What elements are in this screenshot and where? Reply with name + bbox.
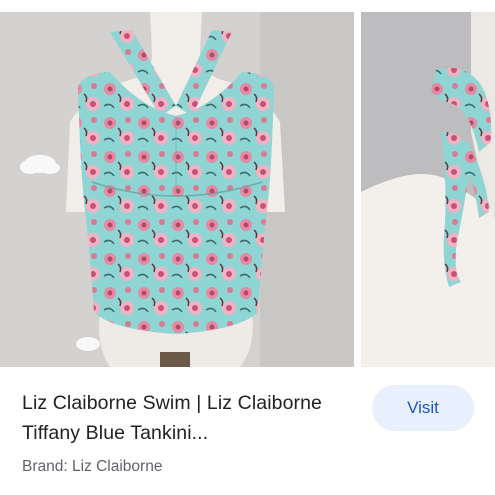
product-image-main[interactable]: [0, 12, 354, 367]
image-carousel[interactable]: [0, 12, 495, 367]
visit-button[interactable]: Visit: [372, 385, 474, 431]
product-image-secondary[interactable]: [361, 12, 495, 367]
product-title[interactable]: Liz Claiborne Swim | Liz Claiborne Tiffa…: [22, 388, 362, 448]
tankini-photo-graphic: [0, 12, 354, 367]
brand-line: Brand: Liz Claiborne: [22, 458, 163, 475]
product-result-card: Liz Claiborne Swim | Liz Claiborne Tiffa…: [0, 0, 495, 495]
halter-tie-photo-graphic: [361, 12, 495, 367]
